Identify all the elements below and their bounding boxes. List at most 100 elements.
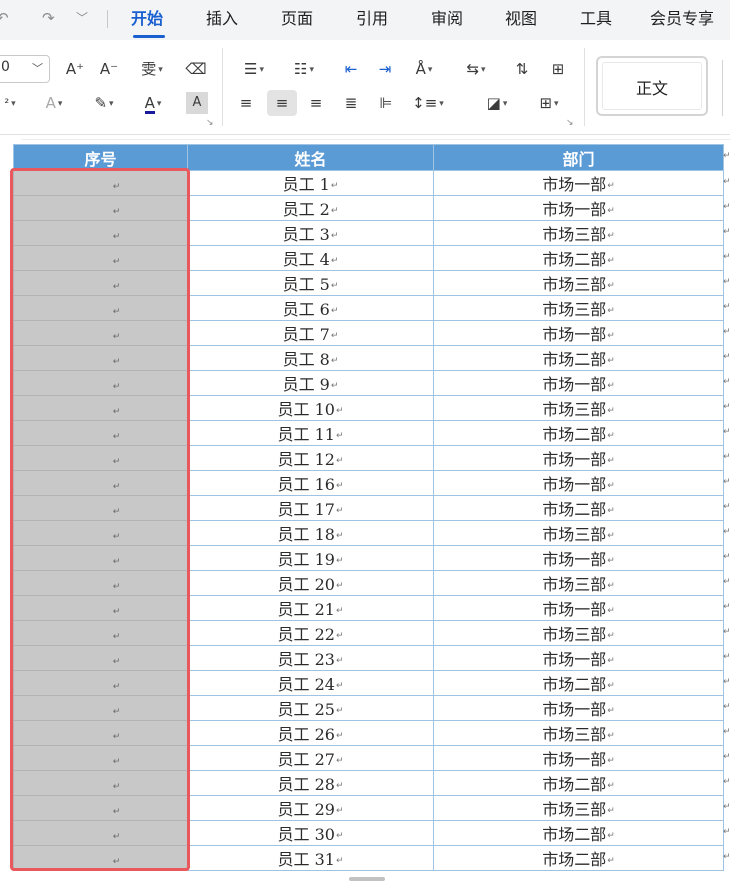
- index-cell[interactable]: ↵: [13, 445, 188, 471]
- justify-icon[interactable]: ≣: [337, 90, 365, 116]
- undo-icon[interactable]: ↶: [0, 8, 9, 28]
- eraser-icon[interactable]: ⌫: [184, 56, 208, 82]
- tab-references[interactable]: 引用: [356, 8, 388, 30]
- department-cell[interactable]: 市场一部↵: [433, 170, 724, 196]
- tab-review[interactable]: 审阅: [431, 8, 463, 30]
- paragraph-dialog-launcher-icon[interactable]: ↘: [566, 118, 574, 128]
- decrease-indent-icon[interactable]: ⇤: [338, 56, 364, 82]
- header-cell-department[interactable]: 部门: [433, 144, 724, 171]
- name-cell[interactable]: 员工 9↵: [187, 370, 434, 396]
- change-case-icon[interactable]: Å ▾: [406, 56, 442, 82]
- department-cell[interactable]: 市场三部↵: [433, 220, 724, 246]
- name-cell[interactable]: 员工 25↵: [187, 695, 434, 721]
- tab-page[interactable]: 页面: [281, 8, 313, 30]
- index-cell[interactable]: ↵: [13, 420, 188, 446]
- index-cell[interactable]: ↵: [13, 370, 188, 396]
- phonetic-guide-button[interactable]: 雯 ▾: [132, 56, 172, 82]
- name-cell[interactable]: 员工 7↵: [187, 320, 434, 346]
- show-marks-icon[interactable]: ⊞: [544, 56, 572, 82]
- text-direction-icon[interactable]: ⇆ ▾: [458, 56, 494, 82]
- borders-icon[interactable]: ⊞ ▾: [530, 90, 568, 116]
- department-cell[interactable]: 市场一部↵: [433, 445, 724, 471]
- department-cell[interactable]: 市场一部↵: [433, 320, 724, 346]
- department-cell[interactable]: 市场三部↵: [433, 295, 724, 321]
- index-cell[interactable]: ↵: [13, 695, 188, 721]
- index-cell[interactable]: ↵: [13, 170, 188, 196]
- font-size-small-button[interactable]: ² ▾: [0, 90, 22, 116]
- department-cell[interactable]: 市场一部↵: [433, 595, 724, 621]
- style-gallery-next-item[interactable]: [722, 60, 730, 116]
- tab-view[interactable]: 视图: [505, 8, 537, 30]
- index-cell[interactable]: ↵: [13, 670, 188, 696]
- index-cell[interactable]: ↵: [13, 270, 188, 296]
- department-cell[interactable]: 市场二部↵: [433, 845, 724, 871]
- department-cell[interactable]: 市场二部↵: [433, 245, 724, 271]
- highlighter-icon[interactable]: ✎ ▾: [86, 90, 122, 116]
- name-cell[interactable]: 员工 3↵: [187, 220, 434, 246]
- name-cell[interactable]: 员工 18↵: [187, 520, 434, 546]
- name-cell[interactable]: 员工 20↵: [187, 570, 434, 596]
- tab-member[interactable]: 会员专享: [650, 8, 714, 30]
- redo-icon[interactable]: ↷: [42, 8, 55, 28]
- department-cell[interactable]: 市场一部↵: [433, 695, 724, 721]
- department-cell[interactable]: 市场二部↵: [433, 820, 724, 846]
- tab-start[interactable]: 开始: [131, 8, 163, 30]
- department-cell[interactable]: 市场二部↵: [433, 495, 724, 521]
- department-cell[interactable]: 市场二部↵: [433, 420, 724, 446]
- name-cell[interactable]: 员工 1↵: [187, 170, 434, 196]
- index-cell[interactable]: ↵: [13, 395, 188, 421]
- index-cell[interactable]: ↵: [13, 720, 188, 746]
- style-normal-button[interactable]: 正文: [596, 56, 708, 116]
- font-dialog-launcher-icon[interactable]: ↘: [206, 118, 214, 128]
- department-cell[interactable]: 市场二部↵: [433, 670, 724, 696]
- grow-font-button[interactable]: A⁺: [62, 56, 88, 82]
- index-cell[interactable]: ↵: [13, 645, 188, 671]
- name-cell[interactable]: 员工 29↵: [187, 795, 434, 821]
- index-cell[interactable]: ↵: [13, 570, 188, 596]
- shrink-font-button[interactable]: A⁻: [96, 56, 122, 82]
- department-cell[interactable]: 市场一部↵: [433, 470, 724, 496]
- name-cell[interactable]: 员工 31↵: [187, 845, 434, 871]
- index-cell[interactable]: ↵: [13, 320, 188, 346]
- name-cell[interactable]: 员工 12↵: [187, 445, 434, 471]
- paint-bucket-icon[interactable]: ◪ ▾: [478, 90, 516, 116]
- bullet-list-icon[interactable]: ☰ ▾: [236, 56, 272, 82]
- name-cell[interactable]: 员工 17↵: [187, 495, 434, 521]
- department-cell[interactable]: 市场三部↵: [433, 520, 724, 546]
- department-cell[interactable]: 市场一部↵: [433, 745, 724, 771]
- department-cell[interactable]: 市场二部↵: [433, 345, 724, 371]
- name-cell[interactable]: 员工 22↵: [187, 620, 434, 646]
- name-cell[interactable]: 员工 19↵: [187, 545, 434, 571]
- department-cell[interactable]: 市场三部↵: [433, 720, 724, 746]
- name-cell[interactable]: 员工 24↵: [187, 670, 434, 696]
- distributed-align-icon[interactable]: ⊫: [372, 90, 400, 116]
- name-cell[interactable]: 员工 6↵: [187, 295, 434, 321]
- align-right-icon[interactable]: ≡: [302, 90, 330, 116]
- tab-insert[interactable]: 插入: [206, 8, 238, 30]
- name-cell[interactable]: 员工 2↵: [187, 195, 434, 221]
- index-cell[interactable]: ↵: [13, 745, 188, 771]
- name-cell[interactable]: 员工 30↵: [187, 820, 434, 846]
- name-cell[interactable]: 员工 23↵: [187, 645, 434, 671]
- chevron-down-icon[interactable]: ﹀: [76, 8, 88, 28]
- index-cell[interactable]: ↵: [13, 195, 188, 221]
- name-cell[interactable]: 员工 16↵: [187, 470, 434, 496]
- name-cell[interactable]: 员工 21↵: [187, 595, 434, 621]
- text-effect-button[interactable]: A ▾: [36, 90, 72, 116]
- department-cell[interactable]: 市场三部↵: [433, 270, 724, 296]
- document-area[interactable]: 序号 姓名 部门 ↵ 员工 1↵ 市场一部↵ ↵ 员工 2↵ 市场一部↵ ↵ 员工 3↵ 市场三…: [0, 135, 730, 881]
- index-cell[interactable]: ↵: [13, 845, 188, 871]
- index-cell[interactable]: ↵: [13, 220, 188, 246]
- index-cell[interactable]: ↵: [13, 470, 188, 496]
- numbered-list-icon[interactable]: ☷ ▾: [286, 56, 322, 82]
- department-cell[interactable]: 市场一部↵: [433, 645, 724, 671]
- department-cell[interactable]: 市场一部↵: [433, 545, 724, 571]
- index-cell[interactable]: ↵: [13, 545, 188, 571]
- name-cell[interactable]: 员工 5↵: [187, 270, 434, 296]
- department-cell[interactable]: 市场三部↵: [433, 570, 724, 596]
- department-cell[interactable]: 市场一部↵: [433, 195, 724, 221]
- name-cell[interactable]: 员工 4↵: [187, 245, 434, 271]
- increase-indent-icon[interactable]: ⇥: [372, 56, 398, 82]
- char-shading-button[interactable]: A: [186, 92, 208, 114]
- font-size-select[interactable]: 0 ﹀: [0, 55, 50, 83]
